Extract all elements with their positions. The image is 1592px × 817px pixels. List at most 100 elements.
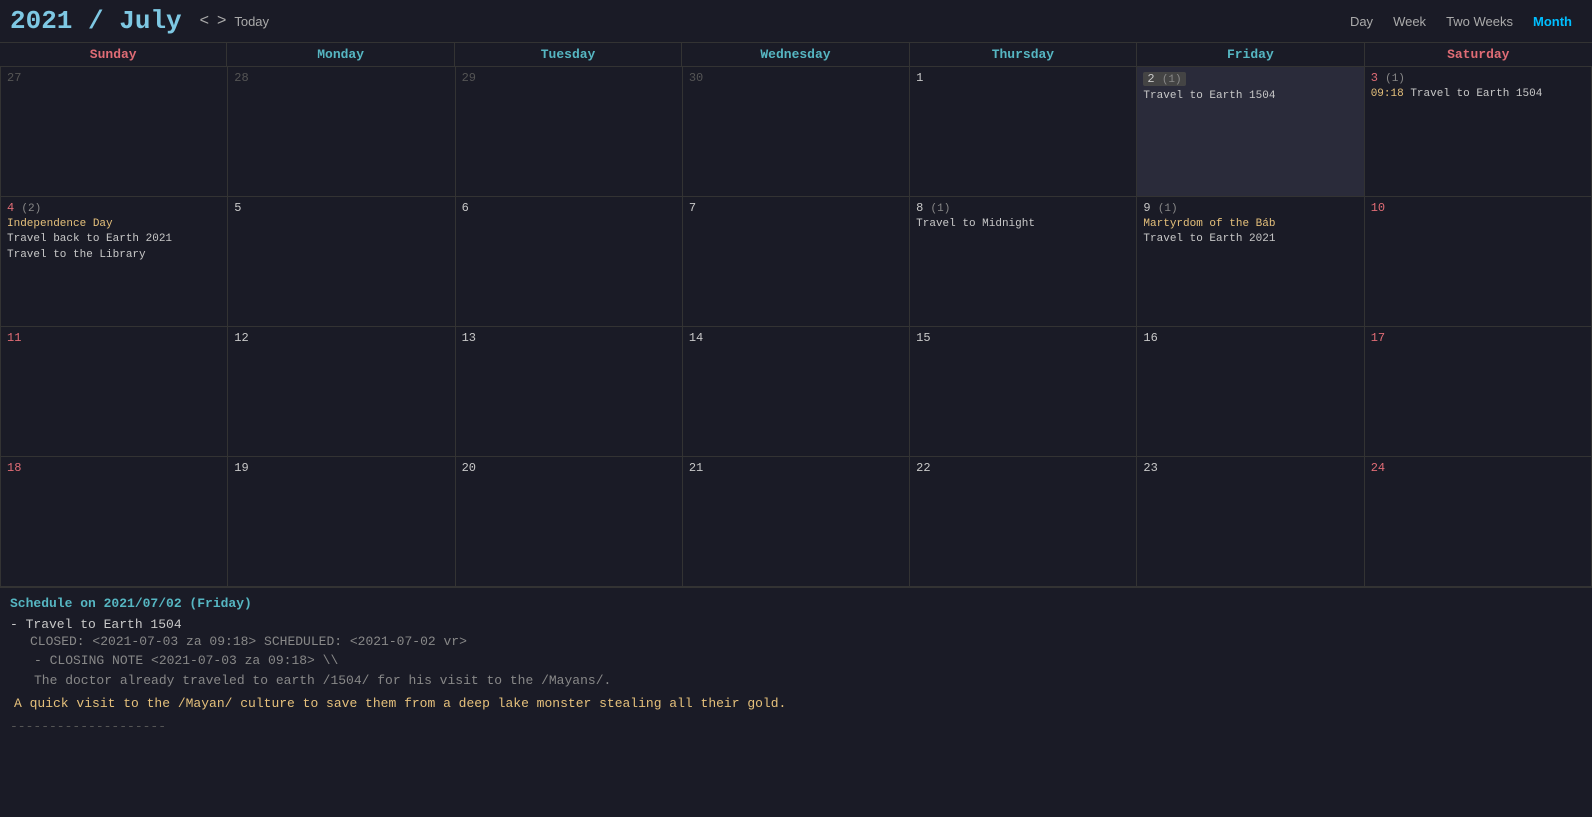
cal-cell-jul15[interactable]: 15 [910, 327, 1137, 457]
cal-cell-jul8[interactable]: 8 (1) Travel to Midnight [910, 197, 1137, 327]
schedule-title: Schedule on 2021/07/02 (Friday) [10, 596, 1582, 611]
prev-button[interactable]: < [196, 12, 213, 30]
day-number: 15 [916, 331, 1130, 345]
cal-cell-jun27[interactable]: 27 [1, 67, 228, 197]
schedule-note-line1: The doctor already traveled to earth /15… [34, 671, 1582, 691]
view-month-button[interactable]: Month [1523, 12, 1582, 31]
saturday-header: Saturday [1365, 43, 1592, 66]
event-travel-midnight[interactable]: Travel to Midnight [916, 217, 1130, 231]
day-number: 12 [234, 331, 448, 345]
thursday-header: Thursday [910, 43, 1137, 66]
cal-cell-jul20[interactable]: 20 [456, 457, 683, 587]
cal-cell-jul23[interactable]: 23 [1137, 457, 1364, 587]
day-number: 6 [462, 201, 676, 215]
day-number: 3 (1) [1371, 71, 1585, 85]
schedule-item-title: - Travel to Earth 1504 [10, 617, 1582, 632]
day-number: 29 [462, 71, 676, 85]
today-button[interactable]: Today [234, 14, 269, 29]
view-week-button[interactable]: Week [1383, 12, 1436, 31]
day-number: 4 (2) [7, 201, 221, 215]
event-travel-back-earth-2021[interactable]: Travel back to Earth 2021 [7, 232, 221, 246]
day-number: 22 [916, 461, 1130, 475]
cal-cell-jul11[interactable]: 11 [1, 327, 228, 457]
cal-cell-jul9[interactable]: 9 (1) Martyrdom of the Báb Travel to Ear… [1137, 197, 1364, 327]
day-number: 9 (1) [1143, 201, 1357, 215]
wednesday-header: Wednesday [682, 43, 909, 66]
event-travel-earth-2021[interactable]: Travel to Earth 2021 [1143, 232, 1357, 246]
day-number: 10 [1371, 201, 1585, 215]
cal-cell-jun29[interactable]: 29 [456, 67, 683, 197]
tuesday-header: Tuesday [455, 43, 682, 66]
day-number: 20 [462, 461, 676, 475]
sunday-header: Sunday [0, 43, 227, 66]
cal-cell-jul21[interactable]: 21 [683, 457, 910, 587]
cal-cell-jul2[interactable]: 2 (1) Travel to Earth 1504 [1137, 67, 1364, 197]
calendar-title: 2021 / July [10, 6, 182, 36]
cal-cell-jul5[interactable]: 5 [228, 197, 455, 327]
day-number: 18 [7, 461, 221, 475]
day-number: 24 [1371, 461, 1585, 475]
day-number: 1 [916, 71, 1130, 85]
badi-num: (1) [1162, 74, 1182, 86]
cal-cell-jul18[interactable]: 18 [1, 457, 228, 587]
month-label: July [119, 6, 181, 36]
day-number: 5 [234, 201, 448, 215]
badi-num: (2) [21, 203, 41, 215]
view-twoweeks-button[interactable]: Two Weeks [1436, 12, 1523, 31]
cal-cell-jul3[interactable]: 3 (1) 09:18 Travel to Earth 1504 [1365, 67, 1592, 197]
cal-cell-jul16[interactable]: 16 [1137, 327, 1364, 457]
day-number: 23 [1143, 461, 1357, 475]
day-number: 30 [689, 71, 903, 85]
cal-cell-jul14[interactable]: 14 [683, 327, 910, 457]
day-number: 27 [7, 71, 221, 85]
day-number: 7 [689, 201, 903, 215]
schedule-meta-closed: CLOSED: <2021-07-03 za 09:18> SCHEDULED:… [30, 634, 1582, 649]
view-buttons: Day Week Two Weeks Month [1340, 12, 1582, 31]
day-number: 11 [7, 331, 221, 345]
schedule-desc: A quick visit to the /Mayan/ culture to … [14, 696, 1582, 711]
cal-cell-jul10[interactable]: 10 [1365, 197, 1592, 327]
day-number: 8 (1) [916, 201, 1130, 215]
event-martyrdom-bab[interactable]: Martyrdom of the Báb [1143, 217, 1357, 231]
day-number: 2 (1) [1143, 72, 1185, 86]
cal-cell-jul7[interactable]: 7 [683, 197, 910, 327]
year-label: 2021 [10, 6, 72, 36]
monday-header: Monday [227, 43, 454, 66]
schedule-panel: Schedule on 2021/07/02 (Friday) - Travel… [0, 587, 1592, 742]
cal-cell-jul24[interactable]: 24 [1365, 457, 1592, 587]
calendar-header: 2021 / July < > Today Day Week Two Weeks… [0, 0, 1592, 42]
schedule-divider: -------------------- [10, 719, 1582, 734]
cal-cell-jul6[interactable]: 6 [456, 197, 683, 327]
badi-num: (1) [1385, 73, 1405, 85]
cal-cell-jul22[interactable]: 22 [910, 457, 1137, 587]
event-independence-day[interactable]: Independence Day [7, 217, 221, 231]
next-button[interactable]: > [213, 12, 230, 30]
day-headers-row: Sunday Monday Tuesday Wednesday Thursday… [0, 42, 1592, 67]
event-travel-earth-1504-jul2[interactable]: Travel to Earth 1504 [1143, 89, 1357, 103]
day-number: 28 [234, 71, 448, 85]
event-travel-library[interactable]: Travel to the Library [7, 248, 221, 262]
friday-header: Friday [1137, 43, 1364, 66]
day-number: 14 [689, 331, 903, 345]
cal-cell-jun30[interactable]: 30 [683, 67, 910, 197]
event-travel-earth-1504-jul3[interactable]: 09:18 Travel to Earth 1504 [1371, 87, 1585, 101]
cal-cell-jul12[interactable]: 12 [228, 327, 455, 457]
event-time: 09:18 [1371, 88, 1411, 100]
cal-cell-jul19[interactable]: 19 [228, 457, 455, 587]
view-day-button[interactable]: Day [1340, 12, 1383, 31]
day-number: 19 [234, 461, 448, 475]
cal-cell-jul4[interactable]: 4 (2) Independence Day Travel back to Ea… [1, 197, 228, 327]
cal-cell-jul17[interactable]: 17 [1365, 327, 1592, 457]
day-number: 17 [1371, 331, 1585, 345]
cal-cell-jun28[interactable]: 28 [228, 67, 455, 197]
badi-num: (1) [931, 203, 951, 215]
cal-cell-jul1[interactable]: 1 [910, 67, 1137, 197]
day-number: 16 [1143, 331, 1357, 345]
badi-num: (1) [1158, 203, 1178, 215]
day-number: 13 [462, 331, 676, 345]
calendar-grid: 27 28 29 30 1 2 (1) Travel to Earth 1504… [0, 67, 1592, 587]
slash-label: / [72, 6, 119, 36]
schedule-note-label: - CLOSING NOTE <2021-07-03 za 09:18> \\ [34, 651, 1582, 671]
cal-cell-jul13[interactable]: 13 [456, 327, 683, 457]
day-number: 21 [689, 461, 903, 475]
